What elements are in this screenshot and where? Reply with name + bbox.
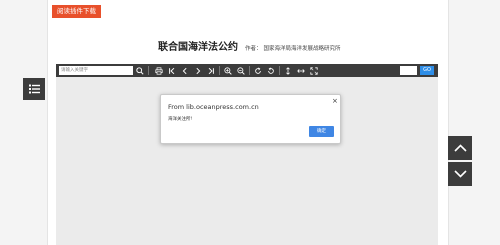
reader-toolbar: GO	[56, 64, 438, 77]
toolbar-divider	[249, 66, 250, 75]
list-icon	[28, 84, 40, 94]
zoom-out-icon[interactable]	[236, 65, 246, 76]
page-number-input[interactable]	[400, 66, 417, 75]
toolbar-divider	[148, 66, 149, 75]
document-header: 联合国海洋法公约 作者： 国家海洋局海洋发展战略研究所	[158, 38, 341, 53]
document-title: 联合国海洋法公约	[158, 42, 238, 53]
dialog-message: 海洋关注所!	[168, 117, 193, 122]
author-name: 国家海洋局海洋发展战略研究所	[263, 46, 341, 52]
fit-height-icon[interactable]	[283, 65, 293, 76]
toolbar-divider	[279, 66, 280, 75]
fullscreen-icon[interactable]	[309, 65, 319, 76]
last-page-icon[interactable]	[206, 65, 216, 76]
next-page-icon[interactable]	[193, 65, 203, 76]
rotate-cw-icon[interactable]	[253, 65, 263, 76]
fit-width-icon[interactable]	[296, 65, 306, 76]
scroll-up-button[interactable]	[448, 136, 472, 160]
outline-toggle-button[interactable]	[23, 78, 45, 100]
zoom-in-icon[interactable]	[223, 65, 233, 76]
prev-page-icon[interactable]	[180, 65, 190, 76]
dialog-title: From lib.oceanpress.com.cn	[168, 103, 259, 111]
chevron-down-icon	[453, 170, 467, 178]
go-button[interactable]: GO	[420, 66, 434, 75]
toolbar-divider	[219, 66, 220, 75]
close-icon[interactable]: ×	[332, 98, 338, 105]
print-icon[interactable]	[154, 65, 164, 76]
search-icon[interactable]	[135, 65, 145, 76]
scroll-down-button[interactable]	[448, 162, 472, 186]
rotate-ccw-icon[interactable]	[266, 65, 276, 76]
ok-button[interactable]: 确定	[309, 126, 334, 137]
download-plugin-button[interactable]: 阅读插件下载	[52, 5, 101, 18]
first-page-icon[interactable]	[167, 65, 177, 76]
author-label: 作者：	[245, 46, 262, 52]
chevron-up-icon	[453, 144, 467, 152]
alert-dialog: From lib.oceanpress.com.cn × 海洋关注所! 确定	[160, 94, 341, 144]
search-input[interactable]	[59, 66, 133, 75]
